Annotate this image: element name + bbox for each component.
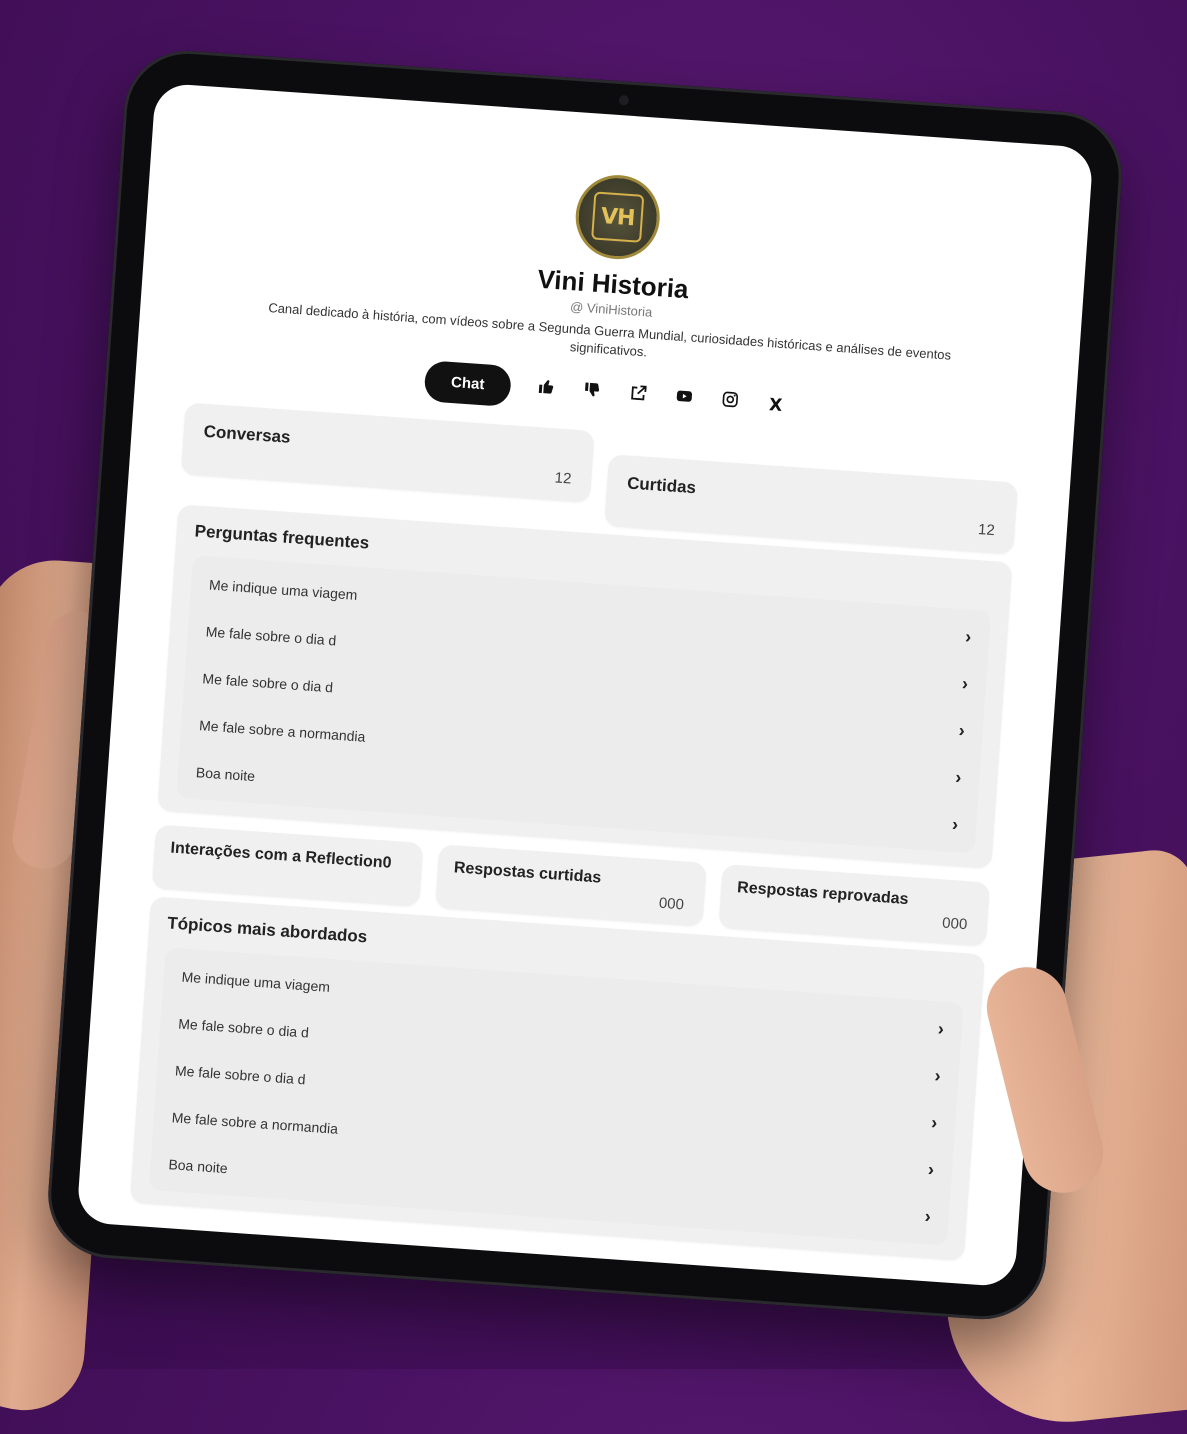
liked-responses-value: 000 bbox=[658, 894, 685, 914]
topic-item-label: Me fale sobre a normandia bbox=[171, 1108, 339, 1137]
avatar: VH bbox=[572, 172, 663, 262]
chevron-right-icon: › bbox=[954, 767, 963, 788]
faq-item-label: Me fale sobre o dia d bbox=[202, 669, 334, 695]
topics-list: Me indique uma viagem › Me fale sobre o d… bbox=[148, 947, 964, 1246]
curtidas-label: Curtidas bbox=[626, 473, 697, 498]
liked-responses-card: Respostas curtidas 000 bbox=[435, 844, 707, 927]
chevron-right-icon: › bbox=[958, 720, 966, 741]
chevron-right-icon: › bbox=[924, 1206, 932, 1227]
faq-item-label: Boa noite bbox=[195, 763, 256, 784]
profile-screen: VH Vini Historia @ ViniHistoria Canal de… bbox=[76, 82, 1094, 1288]
chevron-right-icon: › bbox=[930, 1112, 939, 1133]
tablet-device: VH Vini Historia @ ViniHistoria Canal de… bbox=[44, 46, 1126, 1324]
rejected-responses-value: 000 bbox=[941, 914, 968, 934]
faq-item-label: Me fale sobre o dia d bbox=[205, 622, 337, 649]
camera-icon bbox=[618, 94, 630, 106]
faq-card: Perguntas frequentes Me indique uma viag… bbox=[157, 504, 1013, 869]
conversas-label: Conversas bbox=[203, 421, 292, 447]
topic-item-label: Me fale sobre o dia d bbox=[174, 1061, 307, 1087]
avatar-logo: VH bbox=[591, 191, 645, 243]
chevron-right-icon: › bbox=[951, 813, 959, 835]
curtidas-value: 12 bbox=[977, 521, 996, 540]
reflection-card: Interações com a Reflection0 bbox=[151, 824, 424, 907]
faq-item-label: Me indique uma viagem bbox=[208, 576, 358, 603]
x-icon[interactable]: X bbox=[765, 394, 786, 416]
reflection-value: 0 bbox=[382, 854, 393, 872]
reflection-label: Interações com a Reflection0 bbox=[170, 839, 393, 872]
external-link-icon[interactable] bbox=[627, 383, 649, 407]
conversas-card: Conversas 12 bbox=[180, 402, 595, 503]
thumbs-down-icon[interactable] bbox=[581, 380, 603, 404]
faq-item-label: Me fale sobre a normandia bbox=[198, 716, 366, 745]
topic-item-label: Me fale sobre o dia d bbox=[177, 1014, 310, 1041]
topic-item-label: Boa noite bbox=[168, 1155, 229, 1176]
chevron-right-icon: › bbox=[937, 1018, 945, 1039]
faq-list: Me indique uma viagem › Me fale sobre o d… bbox=[176, 555, 992, 854]
rejected-responses-card: Respostas reprovadas 000 bbox=[718, 864, 991, 947]
chevron-right-icon: › bbox=[927, 1159, 935, 1180]
chevron-right-icon: › bbox=[933, 1065, 942, 1086]
topics-card: Tópicos mais abordados Me indique uma vi… bbox=[129, 896, 986, 1261]
thumbs-up-icon[interactable] bbox=[535, 377, 557, 401]
chat-button[interactable]: Chat bbox=[423, 360, 512, 408]
topic-item-label: Me indique uma viagem bbox=[181, 968, 331, 995]
rejected-responses-label: Respostas reprovadas bbox=[736, 879, 910, 909]
instagram-icon[interactable] bbox=[719, 390, 741, 414]
conversas-value: 12 bbox=[554, 469, 572, 488]
chevron-right-icon: › bbox=[961, 673, 969, 694]
liked-responses-label: Respostas curtidas bbox=[453, 859, 602, 887]
chevron-right-icon: › bbox=[964, 626, 972, 647]
youtube-icon[interactable] bbox=[673, 387, 695, 411]
